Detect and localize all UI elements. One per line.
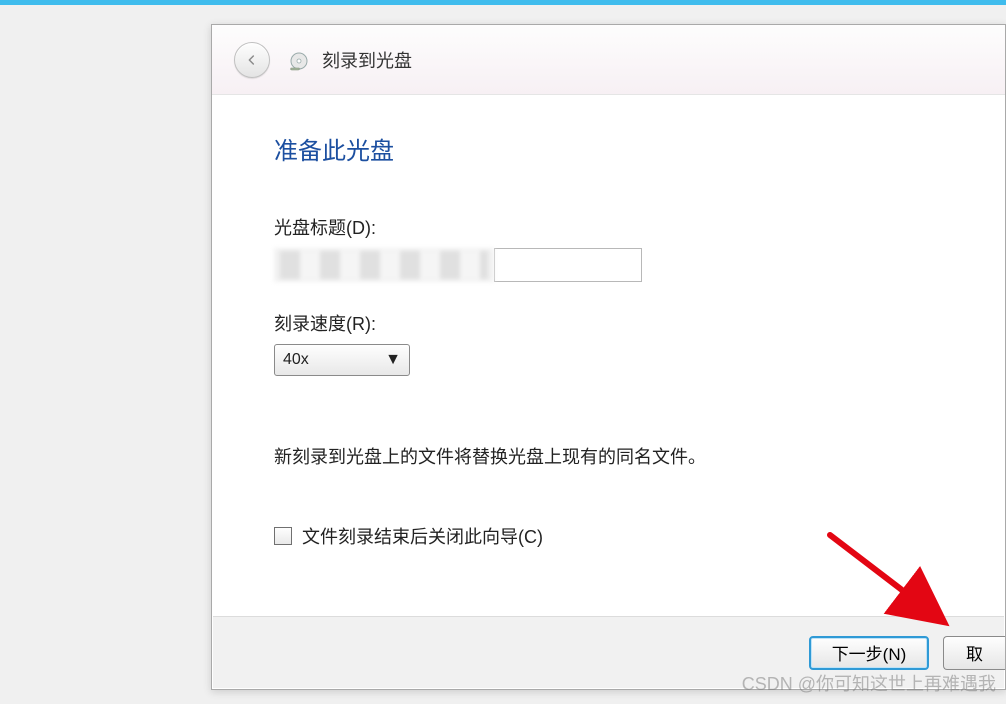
burn-speed-value: 40x bbox=[283, 351, 309, 369]
close-wizard-checkbox[interactable] bbox=[274, 527, 292, 545]
disc-burn-icon bbox=[288, 48, 312, 72]
burn-wizard-window: 刻录到光盘 准备此光盘 光盘标题(D): 刻录速度(R): 40x ▼ 新刻录到… bbox=[211, 24, 1006, 690]
title-bar: 刻录到光盘 bbox=[212, 25, 1005, 95]
back-button[interactable] bbox=[234, 42, 270, 78]
button-bar: 下一步(N) 取 bbox=[213, 616, 1004, 688]
disc-title-group: 光盘标题(D): bbox=[274, 214, 947, 282]
wizard-body: 准备此光盘 光盘标题(D): 刻录速度(R): 40x ▼ 新刻录到光盘上的文件… bbox=[212, 95, 1005, 615]
disc-title-row bbox=[274, 248, 947, 282]
arrow-left-icon bbox=[244, 52, 260, 68]
disc-title-input[interactable] bbox=[494, 248, 642, 282]
next-button-label: 下一步(N) bbox=[832, 640, 907, 665]
cancel-button-label: 取 bbox=[966, 640, 983, 665]
burn-speed-label: 刻录速度(R): bbox=[274, 310, 947, 336]
burn-speed-group: 刻录速度(R): 40x ▼ bbox=[274, 310, 947, 376]
close-wizard-label: 文件刻录结束后关闭此向导(C) bbox=[302, 523, 543, 549]
disc-title-label: 光盘标题(D): bbox=[274, 214, 947, 240]
window-title: 刻录到光盘 bbox=[322, 47, 412, 73]
close-wizard-checkbox-row[interactable]: 文件刻录结束后关闭此向导(C) bbox=[274, 523, 947, 549]
redacted-title-area bbox=[274, 248, 494, 282]
replace-warning-text: 新刻录到光盘上的文件将替换光盘上现有的同名文件。 bbox=[274, 444, 947, 471]
cancel-button[interactable]: 取 bbox=[943, 636, 1005, 670]
page-top-border bbox=[0, 0, 1006, 5]
next-button[interactable]: 下一步(N) bbox=[809, 636, 929, 670]
chevron-down-icon: ▼ bbox=[385, 351, 401, 369]
page-heading: 准备此光盘 bbox=[274, 131, 947, 166]
burn-speed-select[interactable]: 40x ▼ bbox=[274, 344, 410, 376]
